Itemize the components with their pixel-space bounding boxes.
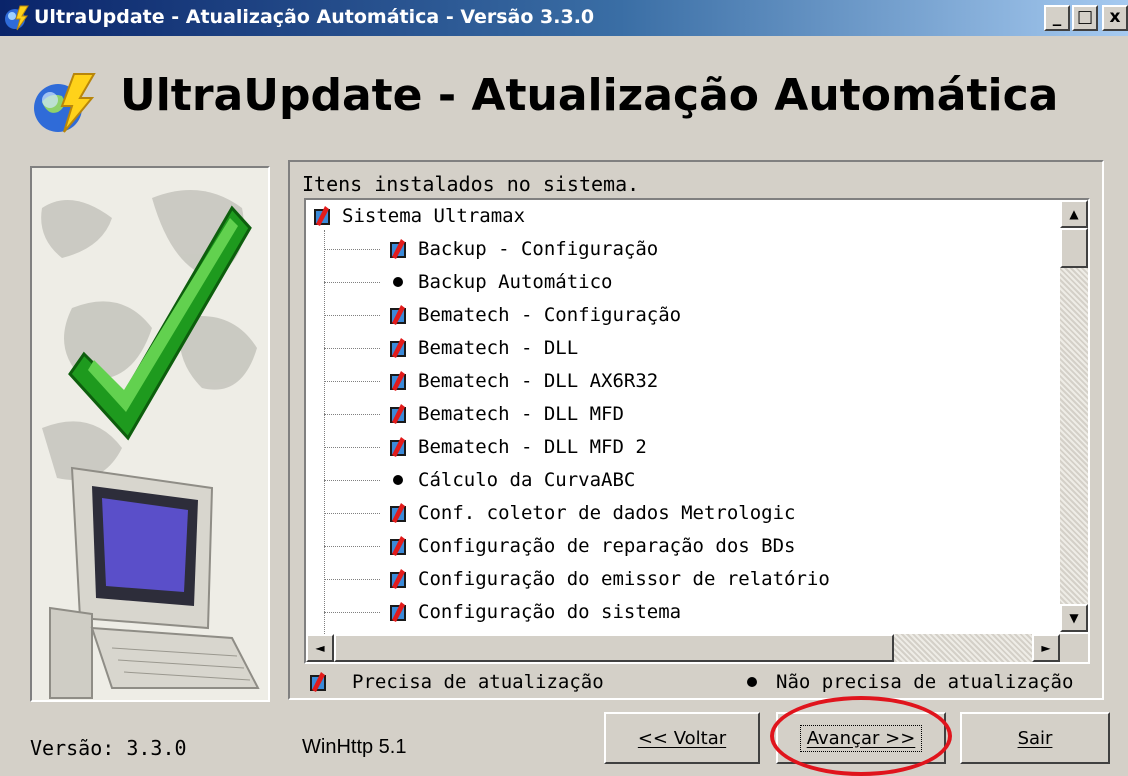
tree-item[interactable]: Configuração de reparação dos BDs (388, 530, 796, 562)
minimize-icon: _ (1052, 7, 1062, 27)
tree-item-label: Conf. coletor de dados Metrologic (418, 502, 796, 524)
maximize-button[interactable]: □ (1072, 5, 1098, 31)
tree-item[interactable]: Bematech - Configuração (388, 299, 681, 331)
ultraupdate-logo (34, 73, 96, 133)
tree-item-label: Bematech - Configuração (418, 304, 682, 326)
tree-root-label: Sistema Ultramax (342, 205, 526, 227)
scroll-down-button[interactable]: ▼ (1060, 604, 1088, 632)
tree-item[interactable]: Bematech - DLL MFD 2 (388, 431, 647, 463)
up-to-date-icon (742, 671, 762, 693)
legend-needs-update-label: Precisa de atualização (352, 671, 604, 693)
maximize-icon: □ (1076, 7, 1094, 27)
tree-item-label: Configuração de reparação dos BDs (418, 535, 796, 557)
tree-item-label: Bematech - DLL AX6R32 (418, 370, 659, 392)
needs-update-icon (390, 569, 406, 589)
needs-update-icon (390, 239, 406, 259)
needs-update-icon (390, 602, 406, 622)
up-to-date-icon (388, 271, 408, 293)
legend-up-to-date-label: Não precisa de atualização (776, 671, 1074, 693)
next-button-label: Avançar >> (799, 724, 923, 752)
scroll-up-button[interactable]: ▲ (1060, 200, 1088, 228)
needs-update-icon (390, 371, 406, 391)
tree-item[interactable]: Configuração do emissor de relatório (388, 563, 830, 595)
tree-connector (324, 282, 380, 283)
illustration-panel (30, 166, 270, 702)
close-button[interactable]: x (1102, 5, 1128, 31)
needs-update-icon (390, 437, 406, 457)
tree-item-label: Cálculo da CurvaABC (418, 469, 636, 491)
tree-connector (324, 612, 380, 613)
scroll-left-button[interactable]: ◄ (306, 634, 334, 662)
tree-item[interactable]: Cálculo da CurvaABC (388, 464, 635, 496)
tree-guide-line (324, 230, 325, 650)
tree-connector (324, 381, 380, 382)
installed-items-group: Itens instalados no sistema. Sistema Ult… (288, 160, 1104, 700)
tree-connector (324, 513, 380, 514)
computer-checkmark-image (32, 168, 268, 700)
tree-item[interactable]: Bematech - DLL AX6R32 (388, 365, 658, 397)
tree-item-label: Backup - Configuração (418, 238, 659, 260)
back-button[interactable]: << Voltar (604, 712, 760, 764)
close-icon: x (1109, 7, 1121, 27)
needs-update-icon (390, 503, 406, 523)
tree-item-label: Configuração do sistema (418, 601, 682, 623)
back-button-label: << Voltar (637, 727, 727, 749)
needs-update-icon (390, 305, 406, 325)
app-icon (5, 5, 29, 31)
legend-up-to-date: Não precisa de atualização (742, 668, 1073, 696)
tree-connector (324, 249, 380, 250)
tree-item[interactable]: Configuração do sistema (388, 596, 681, 628)
needs-update-icon (314, 206, 330, 226)
tree-item[interactable]: Bematech - DLL MFD (388, 398, 624, 430)
window-title: UltraUpdate - Atualização Automática - V… (34, 6, 595, 28)
next-button[interactable]: Avançar >> (776, 712, 946, 764)
tree-item-label: Bematech - DLL (418, 337, 579, 359)
tree-connector (324, 348, 380, 349)
tree-item[interactable]: Backup - Configuração (388, 233, 658, 265)
needs-update-icon (390, 338, 406, 358)
tree-connector (324, 315, 380, 316)
horizontal-scroll-thumb[interactable] (334, 634, 894, 662)
installed-items-tree[interactable]: Sistema Ultramax Backup - Configuração B… (304, 198, 1090, 664)
tree-item-label: Bematech - DLL MFD 2 (418, 436, 647, 458)
tree-item-label: Backup Automático (418, 271, 613, 293)
needs-update-icon (390, 404, 406, 424)
tree-connector (324, 546, 380, 547)
tree-item[interactable]: Bematech - DLL (388, 332, 578, 364)
tree-connector (324, 480, 380, 481)
title-bar: UltraUpdate - Atualização Automática - V… (0, 0, 1128, 36)
group-title: Itens instalados no sistema. (302, 172, 640, 196)
scrollbar-corner (1060, 634, 1088, 662)
exit-button-label: Sair (1017, 727, 1053, 749)
minimize-button[interactable]: _ (1044, 5, 1070, 31)
tree-root[interactable]: Sistema Ultramax (312, 200, 525, 232)
exit-button[interactable]: Sair (960, 712, 1110, 764)
scroll-right-button[interactable]: ► (1032, 634, 1060, 662)
horizontal-scrollbar[interactable]: ◄ ► (306, 634, 1060, 662)
tree-item[interactable]: Conf. coletor de dados Metrologic (388, 497, 796, 529)
vertical-scroll-thumb[interactable] (1060, 228, 1088, 268)
winhttp-label: WinHttp 5.1 (302, 736, 407, 758)
legend-needs-update: Precisa de atualização (308, 668, 604, 696)
tree-item-label: Bematech - DLL MFD (418, 403, 624, 425)
tree-item-label: Configuração do emissor de relatório (418, 568, 830, 590)
tree-connector (324, 414, 380, 415)
version-label: Versão: 3.3.0 (30, 736, 187, 760)
vertical-scrollbar[interactable]: ▲ ▼ (1060, 200, 1088, 632)
up-to-date-icon (388, 469, 408, 491)
needs-update-icon (390, 536, 406, 556)
tree-item[interactable]: Backup Automático (388, 266, 612, 298)
tree-connector (324, 447, 380, 448)
needs-update-icon (310, 672, 326, 692)
header-title: UltraUpdate - Atualização Automática (120, 70, 1059, 121)
tree-connector (324, 579, 380, 580)
